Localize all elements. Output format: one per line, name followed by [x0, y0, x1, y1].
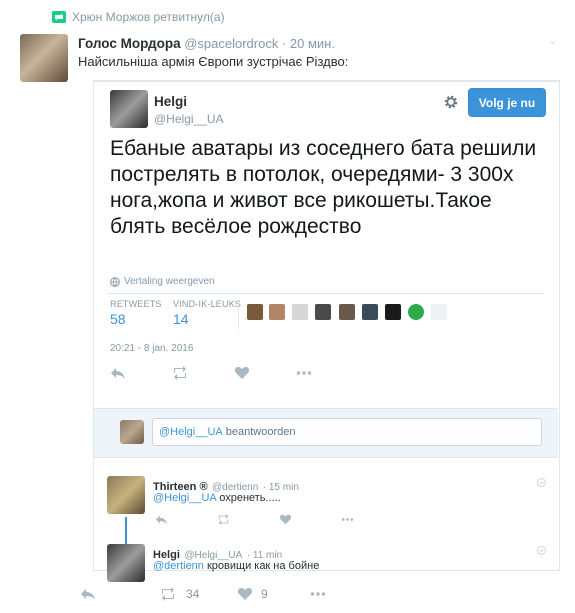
more-icon[interactable]: [310, 587, 326, 601]
like-count[interactable]: 9: [261, 587, 268, 601]
tweet-text: Найсильніша армія Європи зустрічає Різдв…: [78, 54, 349, 69]
liker-avatar[interactable]: [431, 304, 447, 320]
author-handle[interactable]: @Helgi__UA: [154, 112, 224, 126]
liker-avatar[interactable]: [408, 304, 424, 320]
liker-avatar[interactable]: [315, 304, 331, 320]
reply-icon[interactable]: [155, 514, 168, 525]
retweets-label: RETWEETS: [110, 299, 162, 309]
reply-mention: @Helgi__UA: [159, 426, 223, 438]
liker-avatar[interactable]: [339, 304, 355, 320]
avatar[interactable]: [107, 544, 145, 582]
avatar: [120, 420, 144, 444]
reply-placeholder: beantwoorden: [225, 426, 296, 438]
retweet-icon[interactable]: [160, 587, 176, 601]
chevron-down-icon[interactable]: [537, 478, 546, 487]
likes-label: VIND-IK-LEUKS: [173, 299, 242, 309]
retweets-count[interactable]: 58: [110, 311, 126, 327]
gear-icon[interactable]: [443, 94, 459, 110]
retweeted-by-text[interactable]: Хрюн Моржов ретвитнул(а): [72, 10, 225, 24]
chevron-down-icon[interactable]: ⌄: [548, 34, 557, 47]
tweet-date[interactable]: 20:21 - 8 jan. 2016: [110, 343, 193, 354]
reply-icon[interactable]: [80, 587, 96, 601]
reply-body: кровищи как на бойне: [203, 560, 320, 572]
liker-avatar[interactable]: [385, 304, 401, 320]
liker-avatar[interactable]: [362, 304, 378, 320]
mention-link[interactable]: @dertienn: [153, 560, 204, 572]
author-name[interactable]: Голос Мордора: [78, 36, 181, 51]
mention-link[interactable]: @Helgi__UA: [153, 492, 216, 504]
like-icon[interactable]: [234, 366, 250, 380]
avatar[interactable]: [110, 90, 148, 128]
retweet-icon[interactable]: [172, 366, 188, 380]
author-handle[interactable]: @spacelordrock: [184, 36, 278, 51]
avatar[interactable]: [107, 476, 145, 514]
retweet-icon[interactable]: [217, 514, 230, 525]
reply-input[interactable]: @Helgi__UA beantwoorden: [152, 418, 542, 446]
author-name[interactable]: Helgi: [154, 94, 187, 109]
liker-avatar[interactable]: [292, 304, 308, 320]
chevron-down-icon[interactable]: [537, 546, 546, 555]
avatar[interactable]: [20, 34, 68, 82]
tweet-header: Голос Мордора @spacelordrock · 20 мин.: [78, 36, 335, 51]
retweeted-by-line: Хрюн Моржов ретвитнул(а): [52, 10, 225, 24]
tweet-text: Ебаные аватары из соседнего бата решили …: [110, 137, 537, 238]
tweet-time[interactable]: · 20 мин.: [282, 36, 335, 51]
liker-avatar[interactable]: [247, 304, 263, 320]
reply-text: @dertienn кровищи как на бойне: [153, 560, 319, 572]
divider: [238, 299, 239, 329]
retweet-icon: [52, 11, 66, 23]
divider: [108, 293, 544, 294]
globe-icon: [110, 276, 120, 287]
like-icon[interactable]: [237, 587, 253, 601]
like-icon[interactable]: [279, 514, 292, 525]
translate-label[interactable]: Vertaling weergeven: [124, 276, 215, 287]
reply-body: охренеть.....: [216, 492, 281, 504]
likes-count[interactable]: 14: [173, 311, 189, 327]
translate-link[interactable]: Vertaling weergeven: [110, 276, 215, 287]
reply-text: @Helgi__UA охренеть.....: [153, 492, 281, 504]
more-icon[interactable]: [341, 514, 354, 525]
retweet-count[interactable]: 34: [186, 587, 199, 601]
thread-connector: [125, 517, 127, 545]
reply-icon[interactable]: [110, 366, 126, 380]
follow-button[interactable]: Volg je nu: [468, 88, 546, 117]
liker-avatar[interactable]: [269, 304, 285, 320]
more-icon[interactable]: [296, 366, 312, 380]
